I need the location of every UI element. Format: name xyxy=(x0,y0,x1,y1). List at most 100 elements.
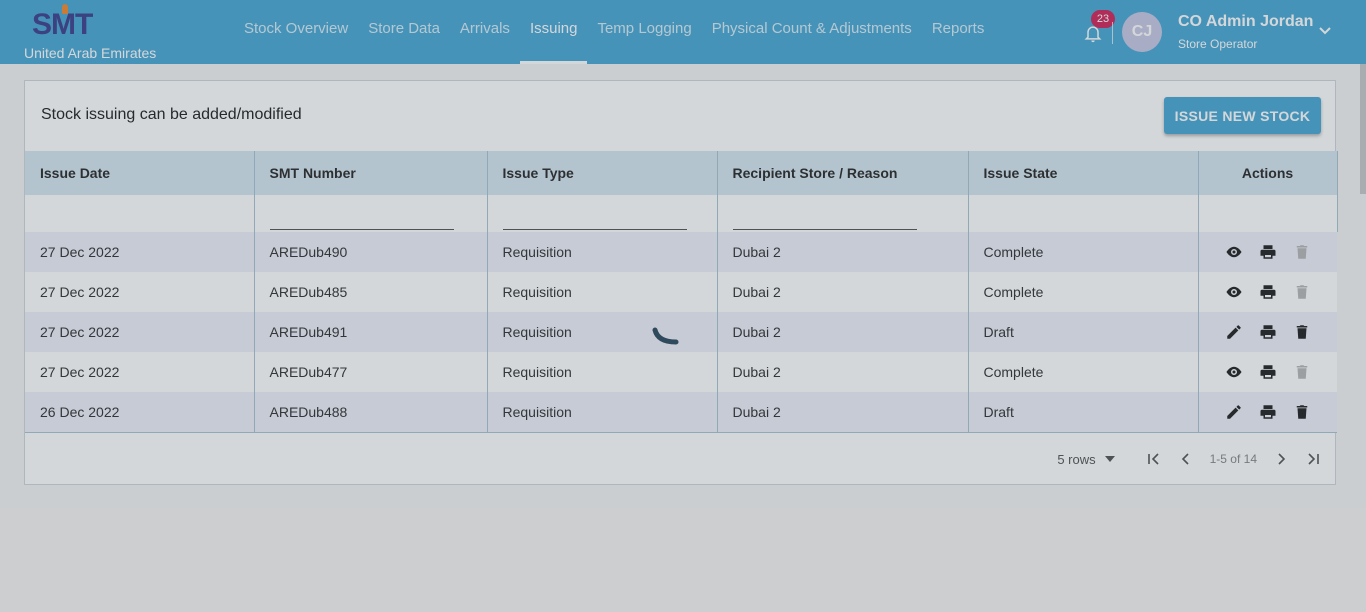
view-icon[interactable] xyxy=(1225,243,1243,261)
edit-icon[interactable] xyxy=(1225,403,1243,421)
delete-icon xyxy=(1296,285,1307,299)
cell-issue-state: Draft xyxy=(968,392,1199,432)
edit-icon[interactable] xyxy=(1225,323,1243,341)
cell-issue-type: Requisition xyxy=(487,352,718,392)
cell-recipient: Dubai 2 xyxy=(717,232,969,272)
column-header-recipient[interactable]: Recipient Store / Reason xyxy=(717,151,969,195)
loading-spinner-icon xyxy=(652,327,679,345)
filter-cell-empty xyxy=(25,195,255,232)
table-row[interactable]: 27 Dec 2022 AREDub477 Requisition Dubai … xyxy=(25,352,1337,392)
previous-page-icon[interactable] xyxy=(1178,451,1194,467)
table-row[interactable]: 26 Dec 2022 AREDub488 Requisition Dubai … xyxy=(25,392,1337,432)
nav-store-data[interactable]: Store Data xyxy=(358,0,450,64)
table-divider xyxy=(25,432,1337,433)
cell-smt-number: AREDub490 xyxy=(254,232,488,272)
cell-smt-number: AREDub477 xyxy=(254,352,488,392)
cell-issue-type: Requisition xyxy=(487,392,718,432)
cell-smt-number: AREDub491 xyxy=(254,312,488,352)
table-row[interactable]: 27 Dec 2022 AREDub491 Requisition Dubai … xyxy=(25,312,1337,352)
chevron-down-icon[interactable] xyxy=(1318,26,1332,36)
first-page-icon[interactable] xyxy=(1146,451,1162,467)
country-label: United Arab Emirates xyxy=(24,45,157,61)
caret-down-icon xyxy=(1104,456,1115,462)
cell-issue-type: Requisition xyxy=(487,272,718,312)
issue-new-stock-button[interactable]: ISSUE NEW STOCK xyxy=(1164,97,1321,134)
filter-cell-smt xyxy=(254,195,488,232)
page-subtitle: Stock issuing can be added/modified xyxy=(41,106,302,123)
issuing-table: Issue Date SMT Number Issue Type Recipie… xyxy=(25,151,1338,432)
filter-cell-actions xyxy=(1198,195,1338,232)
table-row[interactable]: 27 Dec 2022 AREDub485 Requisition Dubai … xyxy=(25,272,1337,312)
cell-recipient: Dubai 2 xyxy=(717,272,969,312)
nav-reports[interactable]: Reports xyxy=(922,0,995,64)
cell-issue-state: Complete xyxy=(968,232,1199,272)
page-scrollbar[interactable] xyxy=(1360,64,1366,194)
cell-recipient: Dubai 2 xyxy=(717,352,969,392)
user-role: Store Operator xyxy=(1178,37,1258,51)
delete-icon[interactable] xyxy=(1293,403,1311,421)
view-icon[interactable] xyxy=(1225,283,1243,301)
cell-recipient: Dubai 2 xyxy=(717,312,969,352)
recipient-filter-field[interactable] xyxy=(732,203,921,230)
delete-icon[interactable] xyxy=(1293,323,1311,341)
app-header: SMT United Arab Emirates Stock Overview … xyxy=(0,0,1366,64)
pagination: 5 rows 1-5 of 14 xyxy=(1057,451,1321,467)
nav-issuing[interactable]: Issuing xyxy=(519,0,588,64)
cell-smt-number: AREDub488 xyxy=(254,392,488,432)
last-page-icon[interactable] xyxy=(1305,451,1321,467)
smt-filter-input[interactable] xyxy=(277,207,458,225)
rows-per-page-value: 5 rows xyxy=(1057,451,1096,467)
nav-physical-count[interactable]: Physical Count & Adjustments xyxy=(702,0,922,64)
cell-issue-type: Requisition xyxy=(487,312,718,352)
column-header-issue-type[interactable]: Issue Type xyxy=(487,151,718,195)
print-icon[interactable] xyxy=(1259,403,1277,421)
cell-issue-state: Draft xyxy=(968,312,1199,352)
cell-issue-date: 26 Dec 2022 xyxy=(25,392,255,432)
print-icon[interactable] xyxy=(1259,323,1277,341)
cell-actions xyxy=(1198,272,1337,312)
page-range: 1-5 of 14 xyxy=(1209,452,1257,466)
logo-text: SMT xyxy=(32,8,93,41)
cell-issue-type: Requisition xyxy=(487,232,718,272)
cell-actions xyxy=(1198,392,1337,432)
cell-issue-date: 27 Dec 2022 xyxy=(25,272,255,312)
smt-filter-field[interactable] xyxy=(269,203,458,230)
print-icon[interactable] xyxy=(1259,363,1277,381)
next-page-icon[interactable] xyxy=(1273,451,1289,467)
cell-issue-state: Complete xyxy=(968,352,1199,392)
recipient-filter-input[interactable] xyxy=(740,207,921,225)
cell-issue-date: 27 Dec 2022 xyxy=(25,232,255,272)
rows-per-page-select[interactable]: 5 rows xyxy=(1057,452,1115,467)
main-nav: Stock Overview Store Data Arrivals Issui… xyxy=(234,0,994,64)
column-header-actions: Actions xyxy=(1198,151,1338,195)
print-icon[interactable] xyxy=(1259,243,1277,261)
cell-actions xyxy=(1198,352,1337,392)
column-header-smt-number[interactable]: SMT Number xyxy=(254,151,488,195)
type-filter-input[interactable] xyxy=(510,207,691,225)
nav-temp-logging[interactable]: Temp Logging xyxy=(587,0,701,64)
nav-stock-overview[interactable]: Stock Overview xyxy=(234,0,358,64)
cell-actions xyxy=(1198,312,1337,352)
cell-issue-date: 27 Dec 2022 xyxy=(25,352,255,392)
delete-icon xyxy=(1296,365,1307,379)
cell-smt-number: AREDub485 xyxy=(254,272,488,312)
column-header-issue-date[interactable]: Issue Date xyxy=(25,151,255,195)
view-icon[interactable] xyxy=(1225,363,1243,381)
cell-issue-state: Complete xyxy=(968,272,1199,312)
type-filter-field[interactable] xyxy=(502,203,691,230)
print-icon[interactable] xyxy=(1259,283,1277,301)
column-header-issue-state[interactable]: Issue State xyxy=(968,151,1199,195)
header-divider xyxy=(1112,22,1113,44)
avatar[interactable]: CJ xyxy=(1122,12,1162,52)
cell-issue-date: 27 Dec 2022 xyxy=(25,312,255,352)
filter-cell-recipient xyxy=(717,195,969,232)
filter-cell-type xyxy=(487,195,718,232)
filter-cell-state xyxy=(968,195,1199,232)
logo[interactable]: SMT United Arab Emirates xyxy=(24,4,174,62)
issuing-card: Stock issuing can be added/modified ISSU… xyxy=(24,80,1338,485)
user-name[interactable]: CO Admin Jordan xyxy=(1178,13,1313,31)
table-row[interactable]: 27 Dec 2022 AREDub490 Requisition Dubai … xyxy=(25,232,1337,272)
delete-icon xyxy=(1296,245,1307,259)
nav-arrivals[interactable]: Arrivals xyxy=(450,0,520,64)
cell-actions xyxy=(1198,232,1337,272)
